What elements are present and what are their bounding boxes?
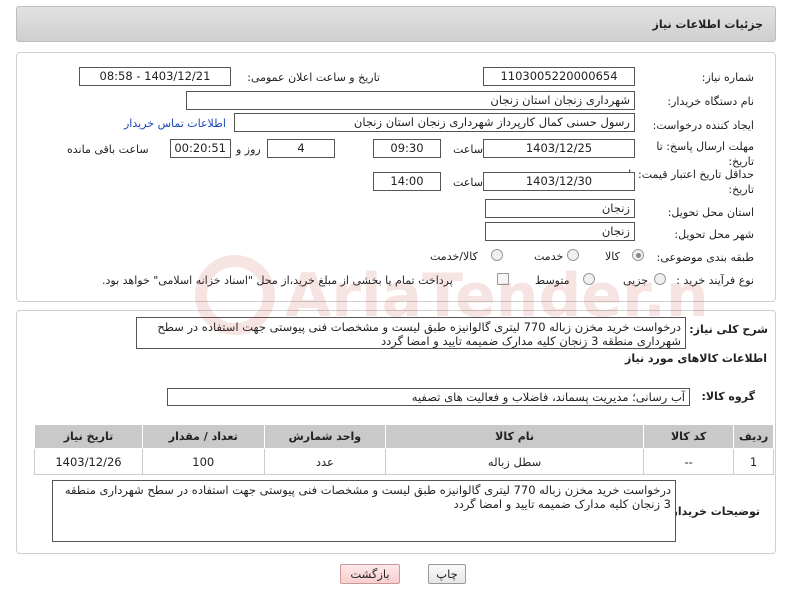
requester-label: ایجاد کننده درخواست: xyxy=(652,119,754,132)
need-number-field: 1103005220000654 xyxy=(483,67,635,86)
col-header-quantity: تعداد / مقدار xyxy=(141,424,265,449)
col-header-row-number: ردیف xyxy=(733,424,774,449)
purchase-type-label: نوع فرآیند خرید : xyxy=(676,274,754,287)
category-label: طبقه بندی موضوعی: xyxy=(656,251,754,264)
treasury-payment-checkbox[interactable] xyxy=(497,273,509,285)
delivery-city-label: شهر محل تحویل: xyxy=(674,228,754,241)
buyer-org-field: شهرداری زنجان استان زنجان xyxy=(186,91,635,110)
category-option-goods-service: کالا/خدمت xyxy=(430,250,478,263)
price-validity-time-label: ساعت xyxy=(453,176,483,189)
need-number-label: شماره نیاز: xyxy=(701,71,754,84)
goods-table-header-row: ردیف کد کالا نام کالا واحد شمارش تعداد /… xyxy=(34,424,774,449)
requester-field: رسول حسنی کمال کارپرداز شهرداری زنجان اس… xyxy=(234,113,635,132)
purchase-radio-minor[interactable] xyxy=(654,273,666,285)
table-row: 1 -- سطل زباله عدد 100 1403/12/26 xyxy=(34,448,774,475)
category-option-service: خدمت xyxy=(534,250,564,263)
col-header-need-date: تاریخ نیاز xyxy=(34,424,143,449)
buyer-notes-label: توضیحات خریدار: xyxy=(667,505,760,518)
category-radio-service[interactable] xyxy=(567,249,579,261)
back-button[interactable]: بازگشت xyxy=(340,564,400,584)
category-radio-goods-service[interactable] xyxy=(491,249,503,261)
purchase-option-minor: جزیی xyxy=(623,274,649,287)
cell-unit: عدد xyxy=(263,448,387,475)
goods-group-label: گروه کالا: xyxy=(701,390,755,403)
summary-label: شرح کلی نیاز: xyxy=(689,323,768,336)
page-header: جزئیات اطلاعات نیاز xyxy=(16,6,776,42)
reply-deadline-time-label: ساعت xyxy=(453,143,483,156)
days-label: روز و xyxy=(236,143,261,156)
cell-row-number: 1 xyxy=(733,448,774,475)
goods-group-field: آب رسانی؛ مدیریت پسماند، فاضلاب و فعالیت… xyxy=(167,388,690,406)
goods-section-title: اطلاعات کالاهای مورد نیاز xyxy=(625,352,767,365)
print-button[interactable]: چاپ xyxy=(428,564,466,584)
price-validity-time-field: 14:00 xyxy=(373,172,441,191)
col-header-item-name: نام کالا xyxy=(385,424,645,449)
cell-quantity: 100 xyxy=(141,448,265,475)
reply-deadline-label-date: تاریخ: xyxy=(728,155,754,168)
cell-need-date: 1403/12/26 xyxy=(34,448,143,475)
buyer-org-label: نام دستگاه خریدار: xyxy=(667,95,754,108)
remaining-time-field: 00:20:51 xyxy=(170,139,231,158)
remaining-days-field: 4 xyxy=(267,139,335,158)
announce-datetime-field: 1403/12/21 - 08:58 xyxy=(79,67,231,86)
buyer-notes-textarea[interactable]: درخواست خرید مخزن زباله 770 لیتری گالوان… xyxy=(52,480,676,542)
col-header-item-code: کد کالا xyxy=(643,424,735,449)
price-validity-label-date: تاریخ: xyxy=(728,183,754,196)
reply-deadline-label: مهلت ارسال پاسخ: تا xyxy=(656,140,754,153)
buyer-contact-link[interactable]: اطلاعات تماس خریدار xyxy=(124,117,226,130)
delivery-province-field: زنجان xyxy=(485,199,635,218)
cell-item-code: -- xyxy=(643,448,735,475)
col-header-unit: واحد شمارش xyxy=(263,424,387,449)
reply-deadline-time-field: 09:30 xyxy=(373,139,441,158)
delivery-city-field: زنجان xyxy=(485,222,635,241)
price-validity-date-field: 1403/12/30 xyxy=(483,172,635,191)
summary-textarea[interactable]: درخواست خرید مخزن زباله 770 لیتری گالوان… xyxy=(136,317,686,349)
remaining-time-label: ساعت باقی مانده xyxy=(67,143,149,156)
purchase-radio-medium[interactable] xyxy=(583,273,595,285)
category-option-goods: کالا xyxy=(605,250,620,263)
purchase-option-medium: متوسط xyxy=(535,274,570,287)
delivery-province-label: استان محل تحویل: xyxy=(667,206,754,219)
announce-datetime-label: تاریخ و ساعت اعلان عمومی: xyxy=(247,71,380,84)
goods-table: ردیف کد کالا نام کالا واحد شمارش تعداد /… xyxy=(34,424,774,475)
price-validity-label: حداقل تاریخ اعتبار قیمت: تا xyxy=(628,168,754,181)
cell-item-name: سطل زباله xyxy=(385,448,645,475)
treasury-payment-note: پرداخت تمام یا بخشی از مبلغ خرید،از محل … xyxy=(102,274,453,287)
reply-deadline-date-field: 1403/12/25 xyxy=(483,139,635,158)
page-title: جزئیات اطلاعات نیاز xyxy=(652,18,764,31)
category-radio-goods[interactable] xyxy=(632,249,644,261)
